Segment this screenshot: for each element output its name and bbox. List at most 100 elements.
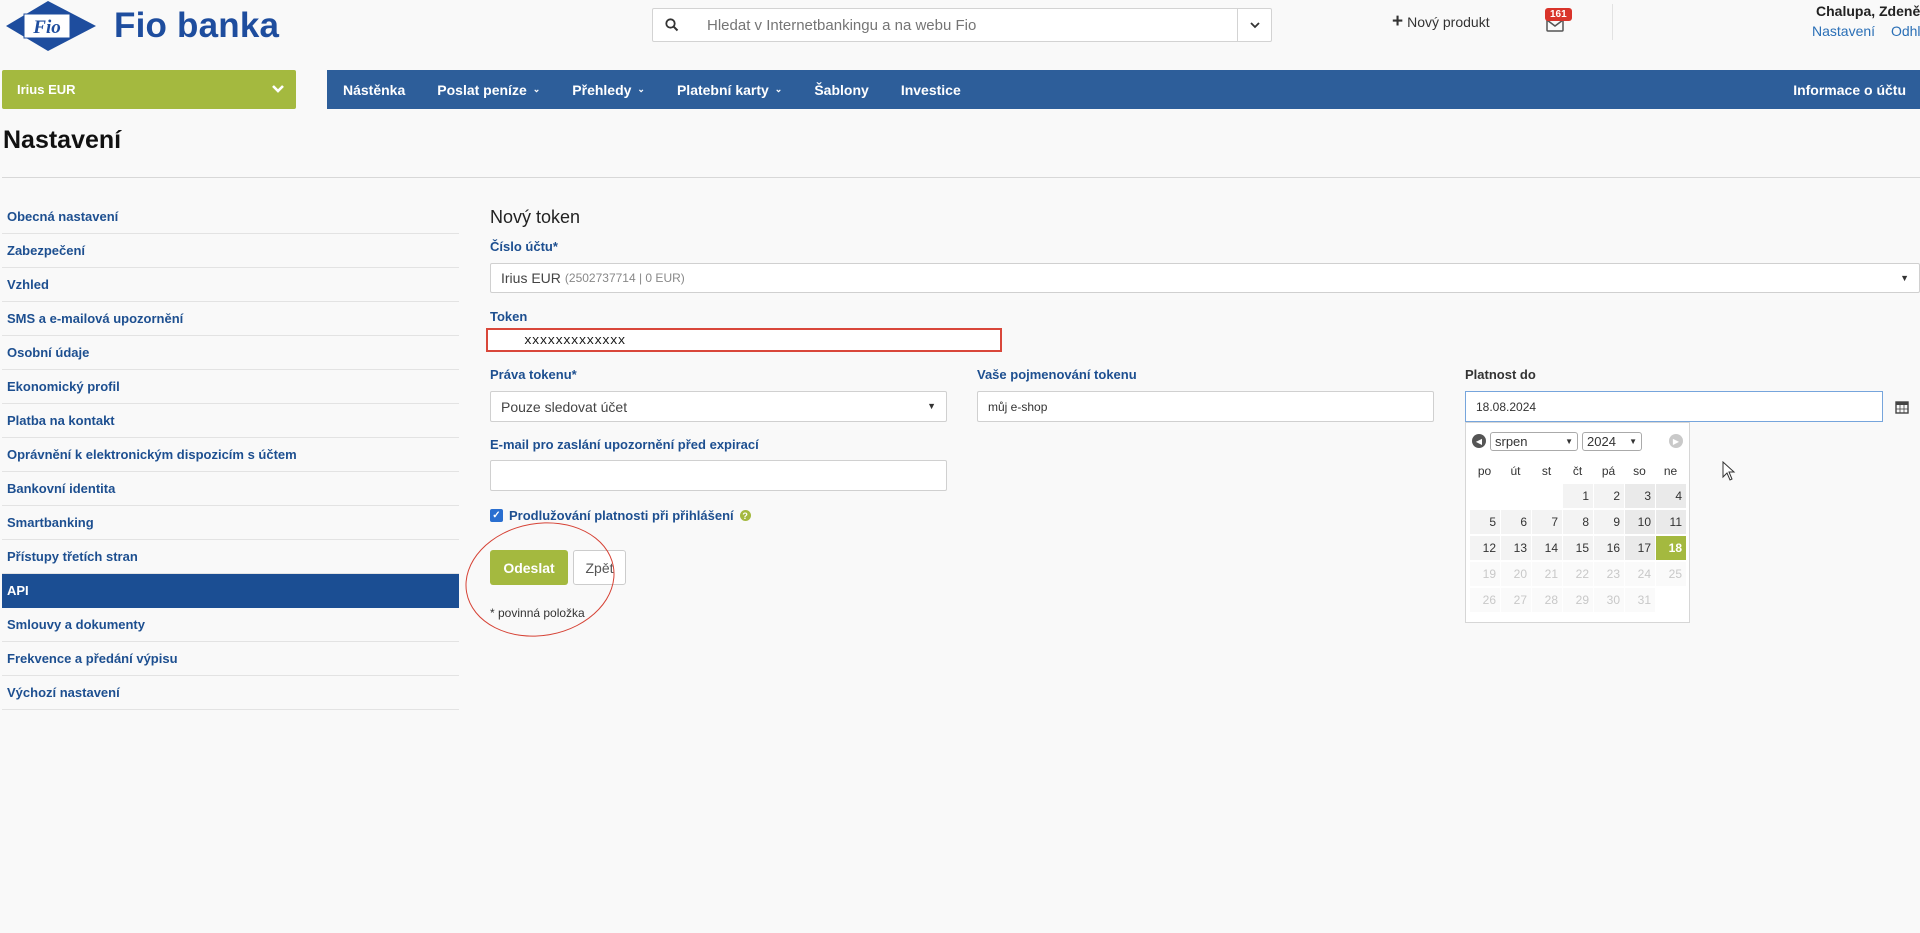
extend-validity-row: ✓ Prodlužování platnosti při přihlášení … — [490, 508, 751, 523]
date-picker-header: ◀ srpen ▼ 2024 ▼ ▶ — [1466, 423, 1689, 459]
email-input[interactable] — [490, 460, 947, 491]
sidebar-item-statements[interactable]: Frekvence a předání výpisu — [2, 642, 459, 676]
weekday-header: pá — [1601, 464, 1616, 478]
calendar-day[interactable]: 14 — [1532, 536, 1562, 560]
calendar-day[interactable]: 4 — [1656, 484, 1686, 508]
sidebar-item-personal-data[interactable]: Osobní údaje — [2, 336, 459, 370]
calendar-day[interactable]: 17 — [1625, 536, 1655, 560]
nav-item-cards[interactable]: Platební karty ⌄ — [661, 82, 798, 98]
calendar-empty-cell — [1532, 484, 1562, 508]
calendar-day[interactable]: 11 — [1656, 510, 1686, 534]
nav-item-overviews[interactable]: Přehledy ⌄ — [556, 82, 661, 98]
fio-logo[interactable]: Fio Fio banka — [2, 0, 282, 52]
nav-item-dashboard[interactable]: Nástěnka — [327, 82, 421, 98]
user-links: Nastavení Odhlásit — [1800, 23, 1920, 39]
account-select-value: Irius EUR — [501, 270, 561, 286]
nav-item-templates[interactable]: Šablony — [798, 82, 884, 98]
calendar-day: 20 — [1501, 562, 1531, 586]
header-divider — [1612, 4, 1613, 40]
caret-down-icon: ▼ — [1900, 273, 1909, 283]
account-select-detail: (2502737714 | 0 EUR) — [564, 271, 685, 285]
account-selector[interactable]: Irius EUR — [2, 70, 296, 109]
main-navigation: Nástěnka Poslat peníze ⌄ Přehledy ⌄ Plateb… — [327, 70, 1920, 109]
next-month-icon[interactable]: ▶ — [1669, 434, 1683, 448]
nav-item-send-money[interactable]: Poslat peníze ⌄ — [421, 82, 556, 98]
settings-sidebar: Obecná nastavení Zabezpečení Vzhled SMS … — [2, 200, 459, 710]
account-number-label: Číslo účtu* — [490, 239, 558, 254]
calendar-button[interactable] — [1887, 392, 1917, 422]
calendar-day[interactable]: 7 — [1532, 510, 1562, 534]
token-rights-value: Pouze sledovat účet — [501, 398, 628, 415]
calendar-day[interactable]: 15 — [1563, 536, 1593, 560]
sidebar-item-smartbanking[interactable]: Smartbanking — [2, 506, 459, 540]
sidebar-item-bank-identity[interactable]: Bankovní identita — [2, 472, 459, 506]
caret-down-icon: ▼ — [927, 401, 936, 411]
calendar-day: 25 — [1656, 562, 1686, 586]
calendar-day[interactable]: 12 — [1470, 536, 1500, 560]
account-selector-label: Irius EUR — [17, 82, 76, 97]
sidebar-item-api[interactable]: API — [2, 574, 459, 608]
token-name-input[interactable]: můj e-shop — [977, 391, 1434, 422]
calendar-day[interactable]: 5 — [1470, 510, 1500, 534]
chevron-down-icon: ⌄ — [637, 84, 645, 94]
sidebar-item-general[interactable]: Obecná nastavení — [2, 200, 459, 234]
weekday-header: ne — [1663, 464, 1678, 478]
calendar-day[interactable]: 9 — [1594, 510, 1624, 534]
sidebar-item-defaults[interactable]: Výchozí nastavení — [2, 676, 459, 710]
sidebar-item-economic-profile[interactable]: Ekonomický profil — [2, 370, 459, 404]
settings-link[interactable]: Nastavení — [1812, 23, 1875, 39]
calendar-day: 31 — [1625, 588, 1655, 612]
calendar-day[interactable]: 18 — [1656, 536, 1686, 560]
month-select[interactable]: srpen ▼ — [1490, 431, 1578, 451]
divider — [2, 177, 1920, 178]
annotation-circle — [456, 510, 624, 649]
search-icon[interactable] — [653, 9, 691, 41]
calendar-day[interactable]: 6 — [1501, 510, 1531, 534]
calendar-empty-cell — [1501, 484, 1531, 508]
brand-name: Fio banka — [114, 6, 280, 45]
extend-validity-label[interactable]: Prodlužování platnosti při přihlášení — [509, 508, 734, 523]
calendar-day[interactable]: 16 — [1594, 536, 1624, 560]
calendar-day: 28 — [1532, 588, 1562, 612]
calendar-day[interactable]: 2 — [1594, 484, 1624, 508]
sidebar-item-security[interactable]: Zabezpečení — [2, 234, 459, 268]
calendar-day[interactable]: 10 — [1625, 510, 1655, 534]
prev-month-icon[interactable]: ◀ — [1472, 434, 1486, 448]
sidebar-item-third-party[interactable]: Přístupy třetích stran — [2, 540, 459, 574]
messages-badge: 161 — [1545, 8, 1572, 21]
search-dropdown-button[interactable] — [1237, 9, 1271, 41]
token-field[interactable]: xxxxxxxxxxxxx — [486, 328, 1002, 352]
new-product-button[interactable]: + Nový produkt — [1392, 11, 1490, 32]
nav-item-account-info[interactable]: Informace o účtu — [1777, 82, 1920, 98]
nav-item-investments[interactable]: Investice — [885, 82, 977, 98]
sidebar-item-notifications[interactable]: SMS a e-mailová upozornění — [2, 302, 459, 336]
account-number-select[interactable]: Irius EUR (2502737714 | 0 EUR) ▼ — [490, 263, 1920, 293]
sidebar-item-contact-payment[interactable]: Platba na kontakt — [2, 404, 459, 438]
calendar-day: 30 — [1594, 588, 1624, 612]
validity-date-input[interactable]: 18.08.2024 — [1465, 391, 1883, 422]
token-label: Token — [490, 309, 528, 324]
messages-button[interactable]: 161 — [1544, 8, 1578, 36]
extend-validity-checkbox[interactable]: ✓ — [490, 509, 503, 522]
logo-mark-text: Fio — [32, 17, 60, 38]
sidebar-item-contracts[interactable]: Smlouvy a dokumenty — [2, 608, 459, 642]
sidebar-item-appearance[interactable]: Vzhled — [2, 268, 459, 302]
calendar-day[interactable]: 13 — [1501, 536, 1531, 560]
help-icon[interactable]: ? — [739, 510, 751, 521]
sidebar-item-permissions[interactable]: Oprávnění k elektronickým dispozicím s ú… — [2, 438, 459, 472]
calendar-day: 19 — [1470, 562, 1500, 586]
token-rights-select[interactable]: Pouze sledovat účet ▼ — [490, 391, 947, 422]
logout-link[interactable]: Odhlásit — [1891, 23, 1920, 39]
chevron-down-icon — [1249, 21, 1260, 28]
weekday-header: út — [1510, 464, 1521, 478]
plus-icon: + — [1392, 11, 1404, 32]
calendar-day: 21 — [1532, 562, 1562, 586]
search-input[interactable] — [691, 10, 1237, 40]
calendar-day[interactable]: 8 — [1563, 510, 1593, 534]
year-select[interactable]: 2024 ▼ — [1582, 431, 1642, 451]
calendar-day[interactable]: 1 — [1563, 484, 1593, 508]
token-name-label: Vaše pojmenování tokenu — [977, 367, 1137, 382]
chevron-down-icon: ⌄ — [774, 84, 783, 94]
page-title: Nastavení — [3, 126, 122, 154]
calendar-day[interactable]: 3 — [1625, 484, 1655, 508]
